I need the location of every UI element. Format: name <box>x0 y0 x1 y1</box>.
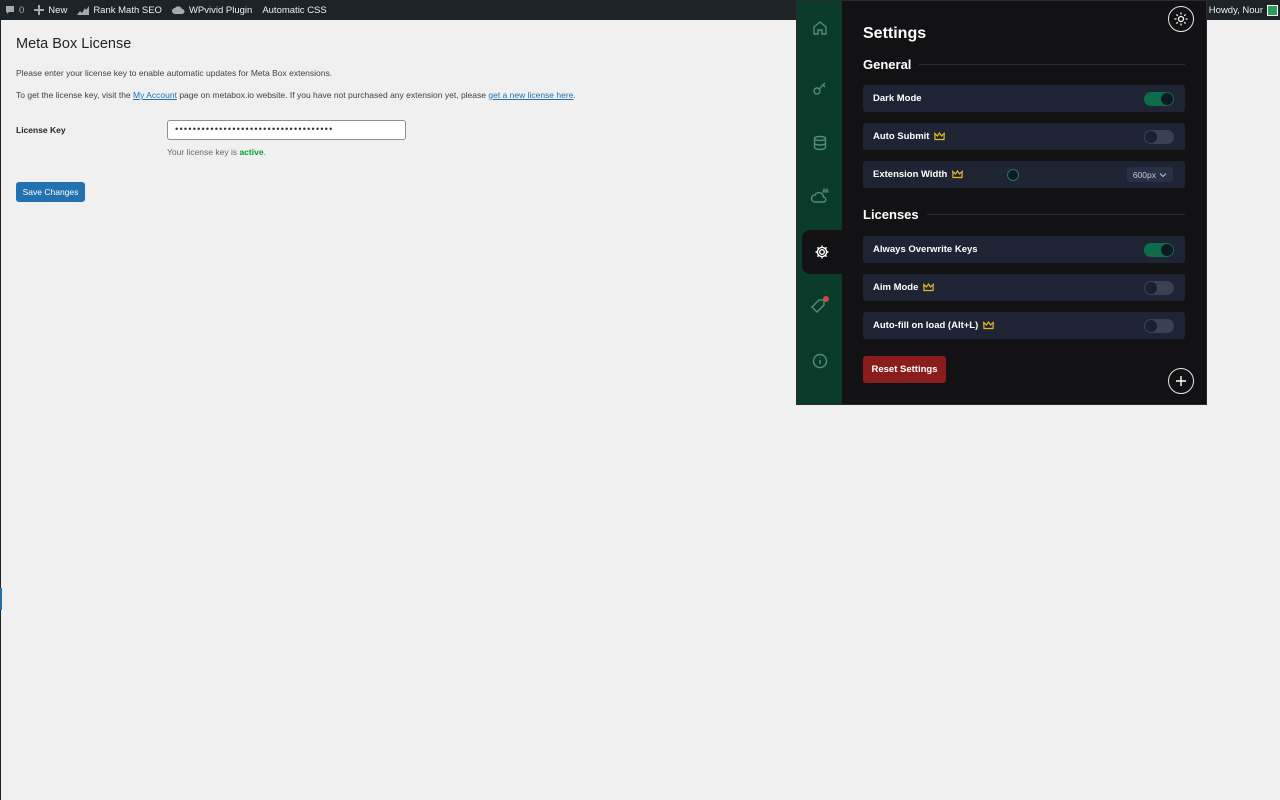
reset-settings-button[interactable]: Reset Settings <box>863 356 946 383</box>
wpvivid-link[interactable]: WPvivid Plugin <box>167 0 257 20</box>
instructions-part: page on metabox.io website. If you have … <box>176 90 489 100</box>
theme-toggle-button[interactable] <box>1168 6 1194 32</box>
new-label: New <box>48 4 68 16</box>
auto-submit-label: Auto Submit <box>873 131 930 142</box>
settings-title: Settings <box>863 25 927 42</box>
nav-keys[interactable] <box>797 66 842 110</box>
rank-math-link[interactable]: Rank Math SEO <box>72 0 167 20</box>
dark-mode-label: Dark Mode <box>873 93 922 104</box>
crown-icon <box>952 170 964 179</box>
autofill-toggle[interactable] <box>1144 319 1174 333</box>
add-button[interactable] <box>1168 368 1194 394</box>
always-overwrite-row: Always Overwrite Keys <box>863 236 1185 263</box>
get-license-link[interactable]: get a new license here <box>488 90 573 100</box>
auto-submit-toggle[interactable] <box>1144 130 1174 144</box>
width-slider-handle[interactable] <box>1007 169 1019 181</box>
cloud-crown-icon <box>810 187 829 203</box>
toggle-knob <box>1145 282 1157 294</box>
crown-icon <box>934 132 946 141</box>
save-changes-button[interactable]: Save Changes <box>16 182 85 202</box>
nav-settings[interactable] <box>802 230 842 274</box>
extension-width-row: Extension Width 600px <box>863 161 1185 188</box>
nav-info[interactable] <box>797 339 842 383</box>
rank-math-label: Rank Math SEO <box>93 4 162 16</box>
nav-home[interactable] <box>797 6 842 50</box>
toggle-knob <box>1145 131 1157 143</box>
new-content-link[interactable]: New <box>29 0 72 20</box>
aim-mode-label: Aim Mode <box>873 282 919 293</box>
aim-mode-row: Aim Mode <box>863 274 1185 301</box>
automatic-css-link[interactable]: Automatic CSS <box>257 0 331 20</box>
width-select[interactable]: 600px <box>1126 167 1173 182</box>
toggle-knob <box>1161 93 1173 105</box>
comments-link[interactable]: 0 <box>0 0 29 20</box>
nav-database[interactable] <box>797 121 842 165</box>
page-title: Meta Box License <box>16 36 132 52</box>
toggle-knob <box>1161 244 1173 256</box>
cloud-icon <box>171 6 185 14</box>
automatic-css-label: Automatic CSS <box>262 4 327 16</box>
general-section-title: General <box>863 57 1185 72</box>
avatar <box>1267 4 1278 16</box>
autofill-row: Auto-fill on load (Alt+L) <box>863 312 1185 339</box>
extension-panel: Settings General Dark Mode Auto Submit E… <box>796 0 1207 405</box>
autofill-label: Auto-fill on load (Alt+L) <box>873 320 979 331</box>
instructions-text: To get the license key, visit the My Acc… <box>16 90 576 100</box>
status-text: Your license key is <box>167 147 240 157</box>
database-icon <box>813 135 826 151</box>
comments-count: 0 <box>19 4 25 16</box>
license-page: Meta Box License Please enter your licen… <box>16 20 776 202</box>
key-icon <box>812 82 825 95</box>
plus-icon <box>34 5 45 15</box>
info-icon <box>812 353 827 369</box>
crown-icon <box>983 321 995 330</box>
crown-icon <box>923 283 935 292</box>
my-account-link[interactable]: My Account <box>133 90 177 100</box>
license-key-input[interactable] <box>167 120 406 140</box>
user-account[interactable]: Howdy, Nour <box>1209 0 1280 20</box>
aim-mode-toggle[interactable] <box>1144 281 1174 295</box>
tag-icon <box>810 296 829 313</box>
dark-mode-row: Dark Mode <box>863 85 1185 112</box>
chevron-down-icon <box>1159 172 1167 177</box>
description-text: Please enter your license key to enable … <box>16 68 333 78</box>
settings-view: Settings General Dark Mode Auto Submit E… <box>842 1 1206 404</box>
comment-icon <box>6 6 14 14</box>
plus-icon <box>1176 376 1186 386</box>
wpvivid-label: WPvivid Plugin <box>188 4 253 16</box>
instructions-part: . <box>573 90 576 100</box>
rank-math-icon <box>77 6 90 15</box>
nav-cloud-premium[interactable] <box>797 174 842 218</box>
license-key-label: License Key <box>16 125 66 135</box>
admin-menu-edge <box>0 20 1 800</box>
sun-icon <box>1174 12 1188 26</box>
dark-mode-toggle[interactable] <box>1144 92 1174 106</box>
always-overwrite-label: Always Overwrite Keys <box>873 244 978 255</box>
instructions-part: To get the license key, visit the <box>16 90 134 100</box>
always-overwrite-toggle[interactable] <box>1144 243 1174 257</box>
status-active: active <box>239 147 264 157</box>
howdy-label: Howdy, Nour <box>1208 4 1263 16</box>
gear-icon <box>815 245 829 259</box>
auto-submit-row: Auto Submit <box>863 123 1185 150</box>
scroll-marker <box>0 588 2 610</box>
extension-width-label: Extension Width <box>873 169 948 180</box>
section-label: Licenses <box>863 207 919 222</box>
width-value: 600px <box>1132 169 1156 180</box>
home-icon <box>812 21 827 35</box>
toggle-knob <box>1145 320 1157 332</box>
licenses-section-title: Licenses <box>863 207 1185 222</box>
license-status: Your license key is active. <box>167 147 266 157</box>
nav-tags[interactable] <box>797 283 842 327</box>
status-text: . <box>263 147 266 157</box>
extension-sidebar <box>797 1 842 404</box>
section-label: General <box>863 57 912 72</box>
